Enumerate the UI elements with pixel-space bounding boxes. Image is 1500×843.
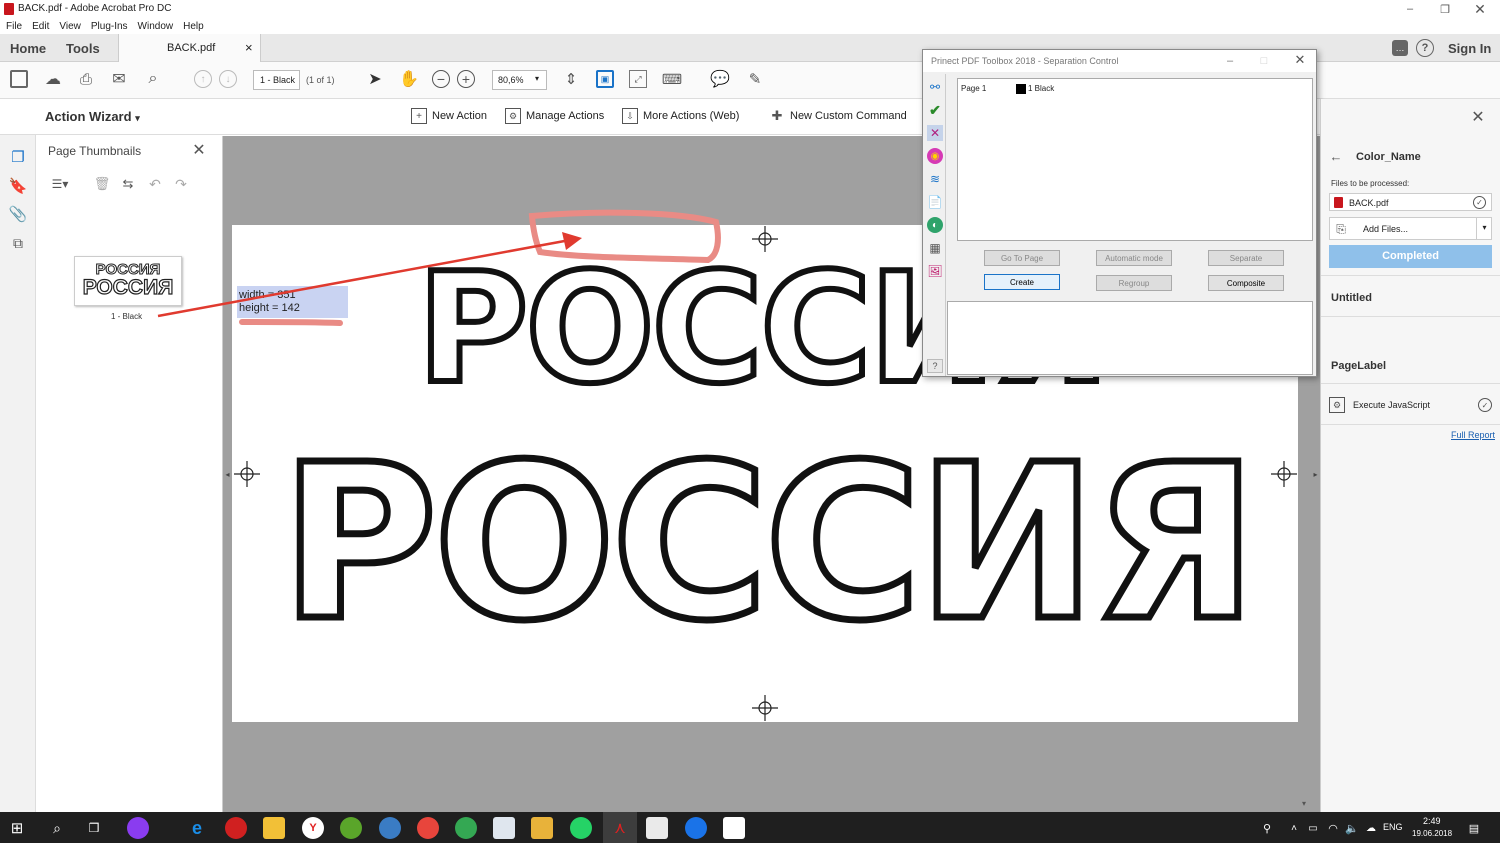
create-button[interactable]: Create: [984, 274, 1060, 290]
yandex-browser-icon[interactable]: Y: [302, 817, 324, 839]
cortana-app-icon[interactable]: [127, 817, 149, 839]
execute-javascript-step[interactable]: ⚙ Execute JavaScript ✓: [1329, 397, 1494, 415]
chrome-app-icon[interactable]: [417, 817, 439, 839]
add-files-button[interactable]: ⎘ Add Files... ▾: [1329, 217, 1492, 240]
dialog-close-icon[interactable]: ✕: [1293, 52, 1307, 67]
notification-icon[interactable]: ▤: [1466, 820, 1482, 836]
execute-javascript-label: Execute JavaScript: [1353, 400, 1431, 410]
automatic-mode-button: Automatic mode: [1096, 250, 1172, 266]
red-highlight-ellipse: [528, 209, 721, 264]
clock-time[interactable]: 2:49: [1423, 816, 1441, 826]
red-arrow-head: [562, 232, 582, 250]
tool-document-icon[interactable]: 📄: [927, 194, 943, 210]
separation-page-label: Page 1: [961, 84, 987, 93]
files-label: Files to be processed:: [1331, 179, 1410, 188]
javascript-icon: ⚙: [1329, 397, 1345, 413]
dialog-minimize-icon[interactable]: –: [1223, 54, 1237, 68]
dialog-maximize-icon: □: [1260, 55, 1268, 67]
red-arrow-line: [157, 238, 571, 318]
acrobat-app-icon[interactable]: ⋏: [603, 812, 637, 843]
language-indicator[interactable]: ENG: [1383, 822, 1403, 832]
windows-start-icon[interactable]: ⊞: [8, 819, 26, 837]
action-panel: ✕ ← Color_Name Files to be processed: BA…: [1320, 99, 1500, 812]
onedrive-icon[interactable]: ☁: [1363, 820, 1379, 836]
dialog-title-bar: Prinect PDF Toolbox 2018 - Separation Co…: [923, 50, 1316, 72]
app-green-icon[interactable]: [340, 817, 362, 839]
app-box-icon[interactable]: [646, 817, 668, 839]
tool-grid-icon[interactable]: ▦: [927, 240, 943, 256]
app-blue-bird-icon[interactable]: [379, 817, 401, 839]
file-pdf-icon: [1334, 197, 1343, 208]
tool-color-wheel-icon[interactable]: ◉: [927, 148, 943, 164]
taskbar-search-icon[interactable]: ⌕: [48, 819, 66, 837]
edge-app-icon[interactable]: e: [186, 817, 208, 839]
section-pagelabel: PageLabel: [1331, 360, 1387, 372]
app-window-icon[interactable]: [493, 817, 515, 839]
dialog-tool-strip: ⚯ ✔ ✕ ◉ ≋ 📄 ◐ ▦ 🖼 ?: [924, 74, 946, 376]
separation-name: 1 Black: [1028, 84, 1055, 93]
divider-3: [1321, 383, 1500, 384]
composite-button[interactable]: Composite: [1208, 275, 1284, 291]
close-right-panel-icon[interactable]: ✕: [1469, 108, 1487, 126]
divider-1: [1321, 275, 1500, 276]
tool-check-icon[interactable]: ✔: [927, 102, 943, 118]
file-name: BACK.pdf: [1349, 198, 1389, 208]
tool-nodes-icon[interactable]: ⚯: [927, 79, 943, 95]
tool-layers-icon[interactable]: ≋: [927, 171, 943, 187]
file-explorer-icon[interactable]: [263, 817, 285, 839]
separate-button: Separate: [1208, 250, 1284, 266]
separation-list[interactable]: Page 1 1 Black: [957, 78, 1313, 241]
add-files-dropdown-icon[interactable]: ▾: [1476, 218, 1492, 239]
chrome-2-app-icon[interactable]: [455, 817, 477, 839]
back-arrow-icon[interactable]: ←: [1329, 149, 1343, 164]
separation-control-dialog: Prinect PDF Toolbox 2018 - Separation Co…: [922, 49, 1317, 377]
divider-4: [1321, 424, 1500, 425]
app-folder-pen-icon[interactable]: [531, 817, 553, 839]
full-report-link[interactable]: Full Report: [1451, 430, 1495, 440]
photos-app-icon[interactable]: [723, 817, 745, 839]
red-underline: [239, 319, 343, 326]
dialog-help-icon[interactable]: ?: [927, 359, 943, 373]
file-item[interactable]: BACK.pdf ✓: [1329, 193, 1492, 211]
tool-separation-icon[interactable]: ✕: [927, 125, 943, 141]
step-check-icon: ✓: [1478, 398, 1492, 412]
section-untitled: Untitled: [1331, 292, 1372, 304]
add-file-icon: ⎘: [1336, 221, 1346, 236]
volume-icon[interactable]: 🔈: [1344, 820, 1360, 836]
tool-globe-icon[interactable]: ◐: [927, 217, 943, 233]
completed-button: Completed: [1329, 245, 1492, 268]
add-files-label: Add Files...: [1363, 224, 1409, 234]
clock-date[interactable]: 19.06.2018: [1412, 829, 1452, 838]
teamviewer-app-icon[interactable]: [685, 817, 707, 839]
check-circle-icon: ✓: [1473, 196, 1486, 209]
battery-icon: ▭: [1308, 822, 1318, 834]
tray-chevron-icon[interactable]: ˄: [1288, 820, 1300, 836]
black-swatch: [1016, 84, 1026, 94]
dialog-title: Prinect PDF Toolbox 2018 - Separation Co…: [931, 56, 1119, 66]
action-name: Color_Name: [1356, 151, 1421, 163]
windows-taskbar: ⊞ ⌕ ❒ e Y ⋏ ⚲ ˄ ▭ ◠ 🔈 ☁ ENG 2:49 19.06.2…: [0, 812, 1500, 843]
go-to-page-button: Go To Page: [984, 250, 1060, 266]
people-icon[interactable]: ⚲: [1259, 820, 1275, 836]
wifi-icon[interactable]: ◠: [1325, 820, 1341, 836]
divider-2: [1321, 316, 1500, 317]
regroup-button: Regroup: [1096, 275, 1172, 291]
whatsapp-app-icon[interactable]: [570, 817, 592, 839]
task-view-icon[interactable]: ❒: [85, 819, 103, 837]
dialog-message-area: [947, 301, 1313, 375]
app-red-icon[interactable]: [225, 817, 247, 839]
tool-image-icon[interactable]: 🖼: [927, 263, 943, 279]
